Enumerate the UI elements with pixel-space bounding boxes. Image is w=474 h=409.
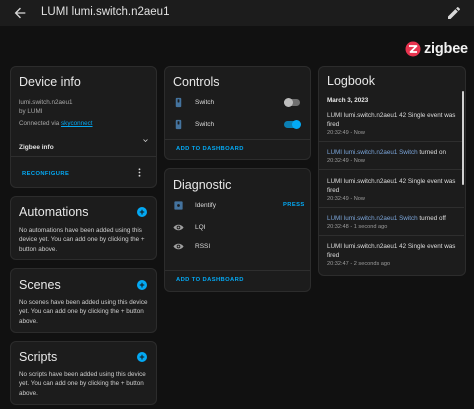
device-manufacturer: by LUMI bbox=[19, 108, 43, 116]
empty-text: No automations have been added using thi… bbox=[19, 227, 145, 253]
device-info-card: Device info lumi.switch.n2aeu1 by LUMI C… bbox=[10, 66, 157, 188]
light-switch-icon bbox=[175, 119, 182, 130]
toggle-knob bbox=[284, 98, 293, 107]
connected-link[interactable]: skyconnect bbox=[61, 120, 93, 127]
zigbee-logo: zigbee bbox=[405, 41, 468, 57]
add-to-dashboard-button[interactable]: ADD TO DASHBOARD bbox=[176, 277, 244, 283]
signal-icon bbox=[173, 224, 184, 231]
log-entry: LUMI lumi.switch.n2aeu1 42 Single event … bbox=[327, 242, 457, 268]
empty-text: No scenes have been added using this dev… bbox=[19, 299, 148, 325]
diagnostic-label: LQI bbox=[195, 224, 206, 231]
chevron-down-icon bbox=[143, 139, 148, 142]
log-action: turned on bbox=[417, 149, 447, 156]
log-entry: LUMI lumi.switch.n2aeu1 42 Single event … bbox=[327, 177, 457, 203]
log-message: LUMI lumi.switch.n2aeu1 Switch turned of… bbox=[327, 214, 457, 223]
press-button[interactable]: PRESS bbox=[283, 202, 305, 208]
card-title: Device info bbox=[19, 75, 81, 89]
divider bbox=[11, 156, 156, 157]
log-entry: LUMI lumi.switch.n2aeu1 42 Single event … bbox=[327, 111, 457, 137]
diagnostic-label: Identify bbox=[195, 202, 216, 209]
log-time: 20:32:48 - 1 second ago bbox=[327, 224, 388, 230]
logbook-card: Logbook March 3, 2023 LUMI lumi.switch.n… bbox=[318, 66, 466, 276]
diagnostic-card: Diagnostic Identify PRESS LQI RSSI ADD T… bbox=[164, 168, 311, 292]
plus-icon: + bbox=[139, 352, 145, 362]
log-time: 20:32:49 - Now bbox=[327, 196, 365, 202]
empty-text: No scripts have been added using this de… bbox=[19, 371, 146, 397]
toggle-knob bbox=[292, 120, 301, 129]
zigbee-info-label: Zigbee info bbox=[19, 144, 54, 151]
zigbee-info-expander[interactable]: Zigbee info bbox=[19, 136, 150, 151]
arrow-left-icon[interactable] bbox=[12, 5, 28, 21]
pencil-icon[interactable] bbox=[446, 5, 462, 21]
card-title: Scenes bbox=[19, 278, 61, 292]
card-title: Scripts bbox=[19, 350, 58, 364]
divider bbox=[319, 141, 464, 142]
add-to-dashboard-button[interactable]: ADD TO DASHBOARD bbox=[176, 146, 244, 152]
identify-icon bbox=[174, 201, 183, 210]
switch-toggle-off[interactable] bbox=[284, 98, 300, 107]
scripts-card: Scripts + No scripts have been added usi… bbox=[10, 341, 157, 405]
log-message: LUMI lumi.switch.n2aeu1 42 Single event … bbox=[327, 112, 456, 128]
scrollbar[interactable] bbox=[462, 91, 464, 185]
log-time: 20:32:49 - Now bbox=[327, 158, 365, 164]
log-message: LUMI lumi.switch.n2aeu1 Switch turned on bbox=[327, 148, 457, 157]
device-model: lumi.switch.n2aeu1 bbox=[19, 99, 73, 106]
integration-name: zigbee bbox=[424, 41, 468, 57]
control-label: Switch bbox=[195, 121, 215, 128]
control-row[interactable]: Switch bbox=[165, 95, 312, 111]
log-message: LUMI lumi.switch.n2aeu1 42 Single event … bbox=[327, 243, 456, 259]
add-automation-button[interactable]: + bbox=[137, 207, 147, 217]
light-switch-icon bbox=[175, 97, 182, 108]
log-time: 20:32:47 - 2 seconds ago bbox=[327, 261, 391, 267]
card-title: Diagnostic bbox=[173, 178, 232, 192]
controls-card: Controls Switch Switch ADD TO DASHBOARD bbox=[164, 66, 311, 160]
divider bbox=[319, 207, 464, 208]
connected-via: Connected via skyconnect bbox=[19, 119, 93, 128]
log-message: LUMI lumi.switch.n2aeu1 42 Single event … bbox=[327, 178, 456, 194]
plus-icon: + bbox=[139, 280, 145, 290]
entity-link[interactable]: LUMI lumi.switch.n2aeu1 Switch bbox=[327, 215, 418, 222]
card-title: Controls bbox=[173, 75, 220, 89]
page-title: LUMI lumi.switch.n2aeu1 bbox=[41, 6, 170, 18]
log-entry: LUMI lumi.switch.n2aeu1 Switch turned of… bbox=[327, 214, 457, 231]
more-vert-icon[interactable] bbox=[134, 167, 145, 178]
entity-link[interactable]: LUMI lumi.switch.n2aeu1 Switch bbox=[327, 149, 418, 156]
control-label: Switch bbox=[195, 99, 215, 106]
zigbee-icon bbox=[405, 41, 421, 57]
divider bbox=[319, 169, 464, 170]
app-toolbar: LUMI lumi.switch.n2aeu1 bbox=[0, 0, 474, 26]
log-time: 20:32:49 - Now bbox=[327, 130, 365, 136]
add-script-button[interactable]: + bbox=[137, 352, 147, 362]
plus-icon: + bbox=[139, 207, 145, 217]
signal-icon bbox=[173, 243, 184, 250]
log-date: March 3, 2023 bbox=[327, 97, 369, 104]
divider bbox=[319, 235, 464, 236]
control-row[interactable]: Switch bbox=[165, 117, 312, 133]
log-entry: LUMI lumi.switch.n2aeu1 Switch turned on… bbox=[327, 148, 457, 165]
divider bbox=[165, 270, 310, 271]
card-title: Automations bbox=[19, 205, 89, 219]
divider bbox=[165, 139, 310, 140]
reconfigure-button[interactable]: RECONFIGURE bbox=[22, 171, 69, 177]
add-scene-button[interactable]: + bbox=[137, 280, 147, 290]
scenes-card: Scenes + No scenes have been added using… bbox=[10, 268, 157, 333]
connected-label: Connected via bbox=[19, 120, 62, 127]
diagnostic-label: RSSI bbox=[195, 243, 211, 250]
log-action: turned off bbox=[417, 215, 446, 222]
switch-toggle-on[interactable] bbox=[284, 120, 301, 129]
automations-card: Automations + No automations have been a… bbox=[10, 196, 157, 260]
card-title: Logbook bbox=[327, 74, 375, 88]
